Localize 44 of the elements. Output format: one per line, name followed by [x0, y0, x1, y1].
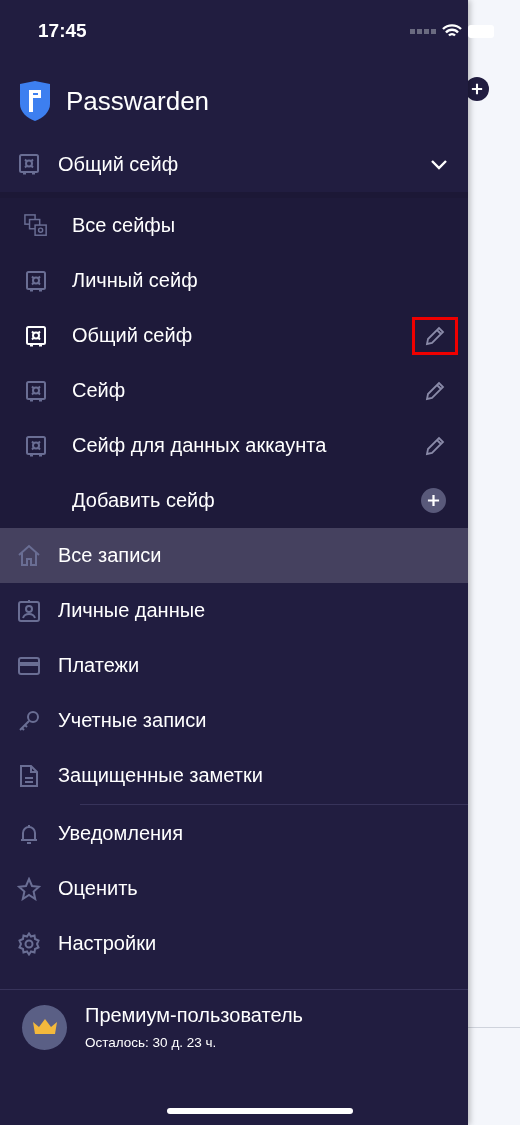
menu-item[interactable]: Платежи	[0, 638, 468, 693]
plus-icon	[471, 83, 483, 95]
safe-icon	[18, 153, 40, 175]
id-badge-icon	[17, 598, 41, 623]
menu-item[interactable]: Настройки	[0, 916, 468, 971]
collapse-button[interactable]	[430, 158, 448, 170]
home-icon	[17, 543, 41, 568]
status-time: 17:45	[38, 20, 87, 42]
menu-item[interactable]: Учетные записи	[0, 693, 468, 748]
star-icon	[17, 876, 41, 901]
safe-icon	[25, 434, 47, 457]
key-icon	[17, 708, 41, 733]
safe-icon	[25, 269, 47, 292]
crown-avatar	[22, 1004, 67, 1050]
menu-item[interactable]: Оценить	[0, 861, 468, 916]
plus-icon	[427, 494, 440, 507]
shield-logo-icon	[18, 80, 52, 122]
add-vault-button[interactable]	[421, 488, 446, 513]
vault-item[interactable]: Добавить сейф	[0, 473, 468, 528]
menu-item[interactable]: Личные данные	[0, 583, 468, 638]
vault-item[interactable]: Личный сейф	[0, 253, 468, 308]
pencil-icon	[425, 435, 445, 456]
edit-button[interactable]	[412, 316, 458, 355]
vault-item[interactable]: Сейф для данных аккаунта	[0, 418, 468, 473]
premium-title: Премиум-пользователь	[85, 1004, 303, 1027]
document-icon	[17, 763, 41, 788]
stacked-safes-icon	[24, 212, 48, 239]
menu-item[interactable]: Уведомления	[0, 806, 468, 861]
pencil-icon	[425, 380, 445, 401]
settings-icon	[17, 931, 41, 956]
current-vault-name: Общий сейф	[58, 152, 180, 176]
app-name: Passwarden	[66, 85, 210, 117]
safe-icon	[25, 324, 47, 347]
vault-item[interactable]: Все сейфы	[0, 198, 468, 253]
menu-item[interactable]: Все записи	[0, 528, 468, 583]
pencil-icon	[425, 325, 445, 346]
wifi-icon	[442, 24, 462, 39]
vault-item[interactable]: Общий сейф	[0, 308, 468, 363]
battery-icon	[468, 25, 494, 38]
vault-item[interactable]: Сейф	[0, 363, 468, 418]
safe-icon	[25, 379, 47, 402]
premium-remaining: Осталось: 30 д. 23 ч.	[85, 1035, 218, 1050]
menu-item[interactable]: Защищенные заметки	[0, 748, 468, 803]
signal-icon	[410, 29, 436, 34]
